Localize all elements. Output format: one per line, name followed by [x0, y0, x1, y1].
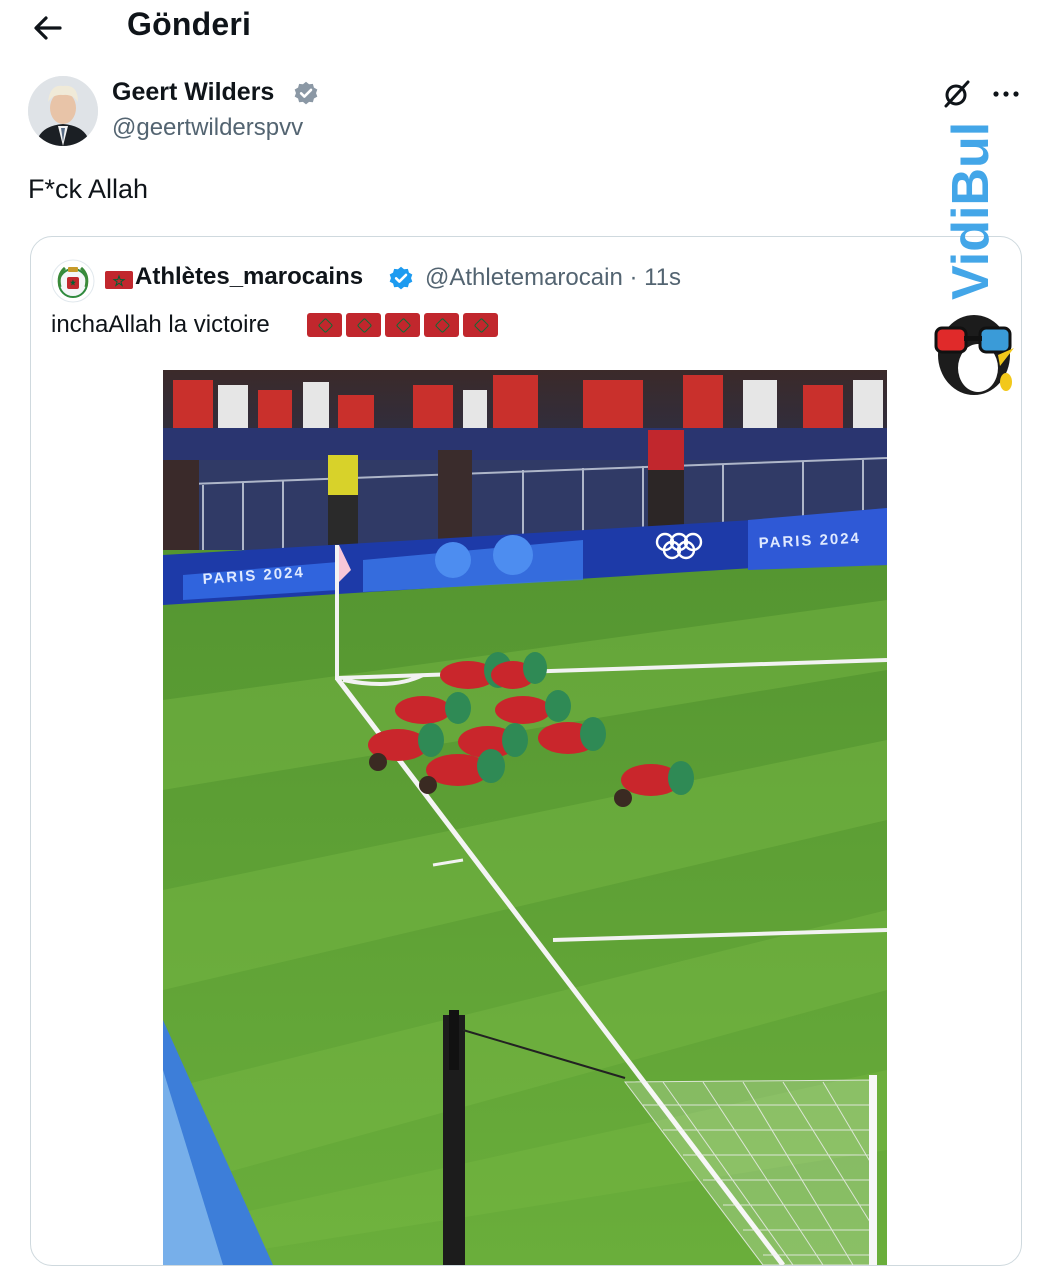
penguin-mascot-icon — [934, 315, 1014, 395]
morocco-flag-icon — [385, 313, 420, 337]
verified-badge-icon — [389, 266, 413, 290]
post-author-row: Geert Wilders @geertwilderspvv — [28, 76, 1028, 148]
quoted-author-name[interactable]: Athlètes_marocains — [135, 263, 363, 291]
quoted-author-avatar[interactable] — [51, 259, 95, 303]
page-title: Gönderi — [127, 6, 252, 42]
watermark-text: VidiBul — [942, 122, 1000, 300]
avatar-image — [28, 76, 98, 146]
morocco-flag-icon — [424, 313, 459, 337]
quoted-author-handle[interactable]: @Athletemarocain — [425, 264, 623, 291]
author-handle[interactable]: @geertwilderspvv — [112, 114, 303, 142]
quoted-meta: @Athletemarocain · 11s — [425, 264, 682, 291]
author-name[interactable]: Geert Wilders — [112, 78, 274, 107]
flag-emoji-row — [307, 313, 498, 337]
morocco-flag-icon — [307, 313, 342, 337]
arrow-left-icon — [34, 16, 62, 40]
back-button[interactable] — [30, 10, 66, 46]
morocco-flag-icon — [105, 271, 133, 289]
morocco-flag-icon — [346, 313, 381, 337]
quoted-post-media[interactable]: PARIS 2024 PARIS 2024 — [163, 370, 887, 1265]
post-text: F*ck Allah — [28, 174, 149, 204]
avatar[interactable] — [28, 76, 98, 146]
vidibul-watermark: VidiBul — [934, 122, 1014, 395]
quoted-post-text: inchaAllah la victoire — [51, 311, 270, 338]
quoted-timestamp[interactable]: 11s — [644, 264, 681, 291]
morocco-flag-icon — [463, 313, 498, 337]
quoted-post-card[interactable]: Athlètes_marocains @Athletemarocain · 11… — [30, 236, 1022, 1266]
verified-badge-icon — [294, 81, 318, 105]
top-bar: Gönderi — [0, 0, 1043, 56]
